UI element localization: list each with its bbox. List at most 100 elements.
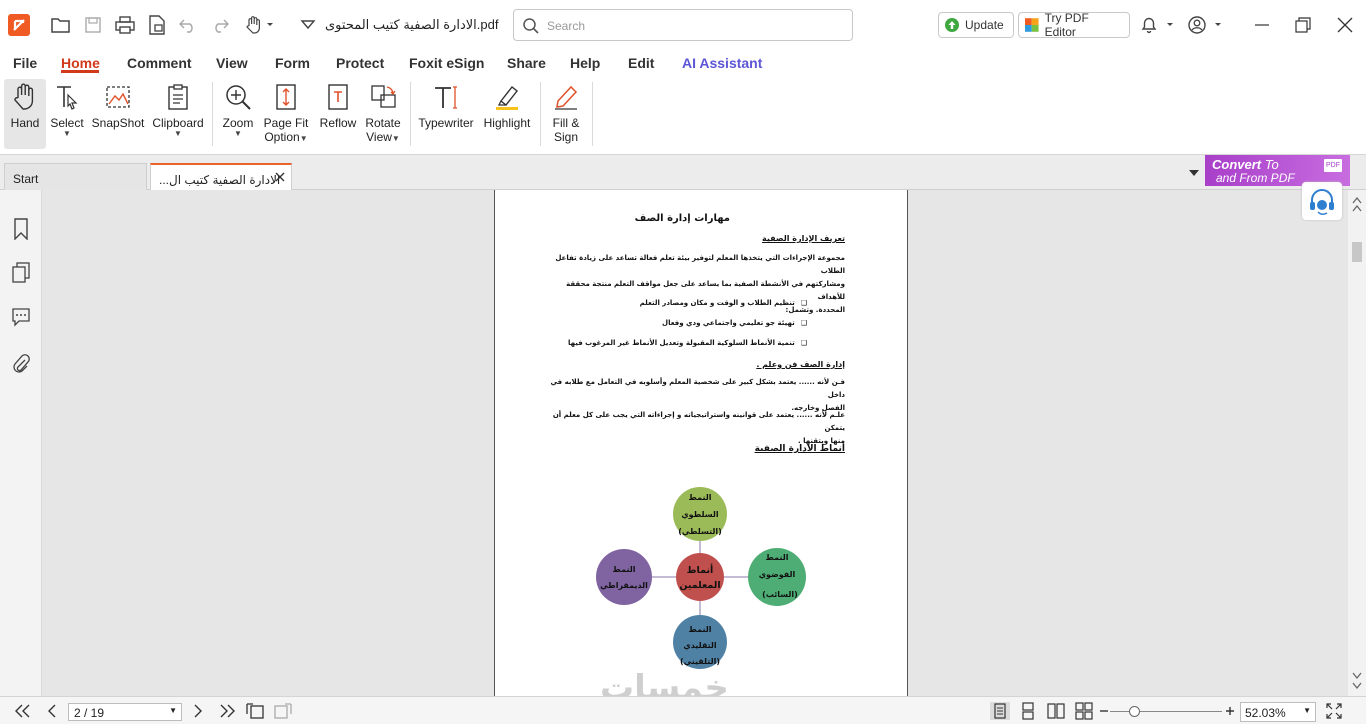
update-button[interactable]: Update <box>938 12 1014 38</box>
chevron-down-icon[interactable]: ▼ <box>1303 706 1311 715</box>
zoom-label: Zoom <box>222 116 254 130</box>
pdf-paragraph-science: علـم لأنه ...... يعتمد على قوانينه واستر… <box>545 409 845 448</box>
fullscreen-icon[interactable] <box>1326 703 1342 719</box>
typewriter-label: Typewriter <box>418 116 474 130</box>
tab-list-dropdown-icon[interactable] <box>1188 169 1200 177</box>
label-left-2: الديمقراطي <box>600 581 648 590</box>
zoom-level-value: 52.03% <box>1245 706 1286 720</box>
banner-convert: Convert <box>1212 157 1262 172</box>
try-pdf-editor-button[interactable]: Try PDF Editor <box>1018 11 1130 39</box>
bell-icon[interactable] <box>1138 13 1176 37</box>
tab-document[interactable]: ...الادارة الصفية كتيب ال <box>150 163 292 190</box>
menu-share[interactable]: Share <box>507 55 546 71</box>
print-icon[interactable] <box>113 13 137 37</box>
pages-icon[interactable] <box>11 262 31 284</box>
rotate-view-button[interactable]: Rotate View▼ <box>362 79 404 149</box>
last-page-icon[interactable] <box>217 704 237 718</box>
save-icon[interactable] <box>81 13 105 37</box>
diagram-circle-center <box>676 553 724 601</box>
menu-view[interactable]: View <box>216 55 248 71</box>
zoom-slider-track[interactable] <box>1110 711 1222 712</box>
document-viewport[interactable]: مهارات إدارة الصف تعريف الإدارة الصفية م… <box>43 190 1348 696</box>
zoom-in-icon[interactable] <box>1225 706 1235 716</box>
next-page-icon[interactable] <box>192 704 204 718</box>
close-tab-icon[interactable] <box>275 172 285 182</box>
scrollbar-thumb[interactable] <box>1352 242 1362 262</box>
menu-file[interactable]: File <box>13 55 37 71</box>
scroll-down-icon[interactable] <box>1352 682 1362 690</box>
menu-ai-assistant[interactable]: AI Assistant <box>682 55 762 71</box>
attachment-icon[interactable] <box>11 352 31 374</box>
single-page-view-icon[interactable] <box>990 702 1010 720</box>
label-center-1: أنماط <box>687 563 714 576</box>
highlight-tool-button[interactable]: Highlight <box>480 79 534 149</box>
ribbon-menu-bar: File Home Comment View Form Protect Foxi… <box>0 50 1366 76</box>
menu-help[interactable]: Help <box>570 55 600 71</box>
teacher-patterns-diagram: النمط السلطوي (التسلطي) أنماط المعلمين ا… <box>596 487 806 669</box>
redo-icon[interactable] <box>208 13 232 37</box>
snapshot-label: SnapShot <box>91 116 145 130</box>
zoom-tool-button[interactable]: Zoom ▼ <box>220 79 256 149</box>
highlight-label: Highlight <box>483 116 531 130</box>
pdf-heading-definition: تعريف الإدارة الصفية <box>762 234 845 243</box>
navigation-panel <box>0 190 42 696</box>
fill-label: Fill & <box>552 116 580 130</box>
create-pdf-icon[interactable] <box>145 13 169 37</box>
fill-sign-button[interactable]: Fill & Sign <box>546 79 586 149</box>
zoom-level-box[interactable]: 52.03% ▼ <box>1240 702 1316 722</box>
hand-mode-dropdown-icon[interactable] <box>243 13 277 37</box>
chevron-down-icon[interactable] <box>296 13 320 37</box>
select-tool-button[interactable]: Select ▼ <box>50 79 84 149</box>
typewriter-tool-button[interactable]: Typewriter <box>416 79 476 149</box>
undo-icon[interactable] <box>176 13 200 37</box>
previous-view-icon[interactable] <box>245 702 265 720</box>
next-view-icon[interactable] <box>273 702 293 720</box>
page-fit-label: Page Fit <box>263 116 309 130</box>
zoom-slider-knob[interactable] <box>1129 706 1141 717</box>
menu-edit[interactable]: Edit <box>628 55 654 71</box>
facing-view-icon[interactable] <box>1046 702 1066 720</box>
first-page-icon[interactable] <box>13 704 33 718</box>
restore-icon[interactable] <box>1291 13 1315 37</box>
previous-page-icon[interactable] <box>46 704 58 718</box>
ai-assistant-headset-icon[interactable] <box>1302 182 1342 220</box>
account-icon[interactable] <box>1186 13 1224 37</box>
menu-form[interactable]: Form <box>275 55 310 71</box>
menu-comment[interactable]: Comment <box>127 55 192 71</box>
pdf-bullet: تهيئة جو تعليمي واجتماعي ودي وفعال <box>662 319 807 327</box>
zoom-out-icon[interactable] <box>1099 706 1109 716</box>
search-input[interactable] <box>547 17 837 35</box>
pdf-heading-patterns: أنماط الادارة الصفية <box>754 444 845 454</box>
rotate-icon <box>368 82 398 112</box>
snapshot-tool-button[interactable]: SnapShot <box>90 79 146 149</box>
bookmark-icon[interactable] <box>11 218 31 240</box>
label-bottom-1: النمط <box>689 625 712 634</box>
page-fit-option-button[interactable]: Page Fit Option▼ <box>262 79 310 149</box>
open-folder-icon[interactable] <box>49 13 73 37</box>
clipboard-tool-button[interactable]: Clipboard ▼ <box>150 79 206 149</box>
scroll-down-icon[interactable] <box>1352 672 1362 680</box>
tab-start[interactable]: Start <box>4 163 147 190</box>
reflow-tool-button[interactable]: Reflow <box>316 79 360 149</box>
continuous-facing-view-icon[interactable] <box>1074 702 1094 720</box>
scroll-up-icon[interactable] <box>1352 196 1362 204</box>
hand-tool-button[interactable]: Hand <box>4 79 46 149</box>
reflow-label: Reflow <box>319 116 357 130</box>
banner-from-pdf: and From PDF <box>1216 171 1295 185</box>
hand-icon <box>10 82 40 112</box>
scroll-up-icon[interactable] <box>1352 204 1362 212</box>
continuous-view-icon[interactable] <box>1018 702 1038 720</box>
ribbon-separator <box>410 82 411 146</box>
tab-document-label: ...الادارة الصفية كتيب ال <box>159 173 281 187</box>
search-box[interactable] <box>513 9 853 41</box>
menu-foxit-esign[interactable]: Foxit eSign <box>409 55 484 71</box>
minimize-icon[interactable] <box>1250 13 1274 37</box>
comments-icon[interactable] <box>11 306 31 328</box>
menu-home[interactable]: Home <box>61 55 100 71</box>
active-tab-underline <box>61 70 99 73</box>
menu-protect[interactable]: Protect <box>336 55 384 71</box>
page-number-box[interactable]: 2 / 19 ▼ <box>68 703 182 721</box>
close-window-icon[interactable] <box>1333 13 1357 37</box>
chevron-down-icon[interactable]: ▼ <box>169 706 177 715</box>
vertical-scrollbar[interactable] <box>1348 190 1366 696</box>
